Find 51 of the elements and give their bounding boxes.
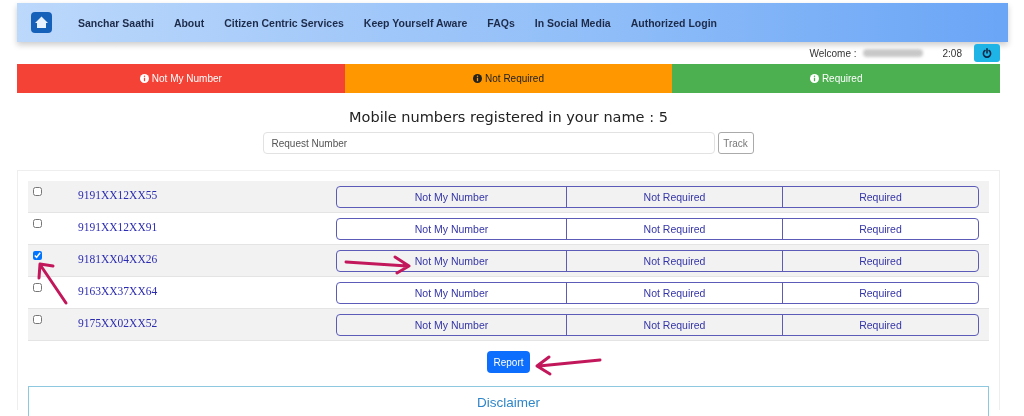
status-option-button[interactable]: Not My Number bbox=[337, 251, 566, 271]
page-heading: Mobile numbers registered in your name : 5 bbox=[348, 109, 669, 127]
mobile-number: 9191XX12XX91 bbox=[78, 221, 159, 235]
row-checkbox[interactable] bbox=[33, 219, 42, 228]
status-option-button[interactable]: Required bbox=[782, 219, 978, 239]
info-icon bbox=[473, 74, 483, 83]
nav-link[interactable]: About bbox=[173, 16, 205, 29]
disclaimer-title: Disclaimer bbox=[477, 395, 540, 412]
mobile-number: 9191XX12XX55 bbox=[78, 189, 159, 203]
nav-link[interactable]: Citizen Centric Services bbox=[224, 16, 344, 29]
status-option-button[interactable]: Not Required bbox=[566, 315, 782, 335]
status-option-button[interactable]: Required bbox=[782, 187, 978, 207]
row-checkbox[interactable] bbox=[33, 283, 42, 292]
info-icon bbox=[809, 74, 819, 83]
status-option-button[interactable]: Required bbox=[782, 315, 978, 335]
home-icon[interactable] bbox=[31, 12, 52, 33]
status-option-button[interactable]: Not My Number bbox=[337, 315, 566, 335]
status-legend-item: Required bbox=[672, 64, 1000, 93]
annotation-arrow bbox=[343, 253, 413, 275]
nav-link[interactable]: FAQs bbox=[487, 16, 515, 29]
status-option-button[interactable]: Required bbox=[782, 283, 978, 303]
mobile-number: 9181XX04XX26 bbox=[78, 253, 159, 267]
status-option-button[interactable]: Not My Number bbox=[337, 283, 566, 303]
status-legend-item: Not Required bbox=[344, 64, 673, 93]
status-option-button[interactable]: Not Required bbox=[566, 219, 782, 239]
status-option-button[interactable]: Required bbox=[782, 251, 978, 271]
status-legend-item: Not My Number bbox=[17, 64, 345, 93]
annotation-arrow bbox=[36, 260, 70, 306]
row-checkbox[interactable] bbox=[33, 251, 42, 260]
logout-button[interactable] bbox=[974, 44, 1000, 62]
redaction-blur bbox=[862, 49, 923, 57]
welcome-label: Welcome : bbox=[809, 47, 857, 59]
row-checkbox[interactable] bbox=[33, 315, 42, 324]
nav-link[interactable]: Keep Yourself Aware bbox=[363, 16, 468, 29]
row-checkbox[interactable] bbox=[33, 187, 42, 196]
mobile-number: 9163XX37XX64 bbox=[78, 285, 159, 299]
nav-link[interactable]: Authorized Login bbox=[630, 16, 717, 29]
info-icon bbox=[139, 74, 149, 83]
status-option-button[interactable]: Not My Number bbox=[337, 219, 566, 239]
nav-link[interactable]: In Social Media bbox=[534, 16, 611, 29]
nav-link[interactable]: Sanchar Saathi bbox=[78, 16, 154, 29]
track-button[interactable]: Track bbox=[717, 132, 754, 154]
session-time: 2:08 bbox=[942, 47, 962, 59]
report-button[interactable]: Report bbox=[487, 351, 530, 373]
status-option-button[interactable]: Not Required bbox=[566, 283, 782, 303]
request-number-field[interactable]: Request Number bbox=[262, 132, 715, 154]
status-option-button[interactable]: Not My Number bbox=[337, 187, 566, 207]
status-option-button[interactable]: Not Required bbox=[566, 187, 782, 207]
power-icon bbox=[982, 48, 992, 58]
mobile-number: 9175XX02XX52 bbox=[78, 317, 159, 331]
status-option-button[interactable]: Not Required bbox=[566, 251, 782, 271]
